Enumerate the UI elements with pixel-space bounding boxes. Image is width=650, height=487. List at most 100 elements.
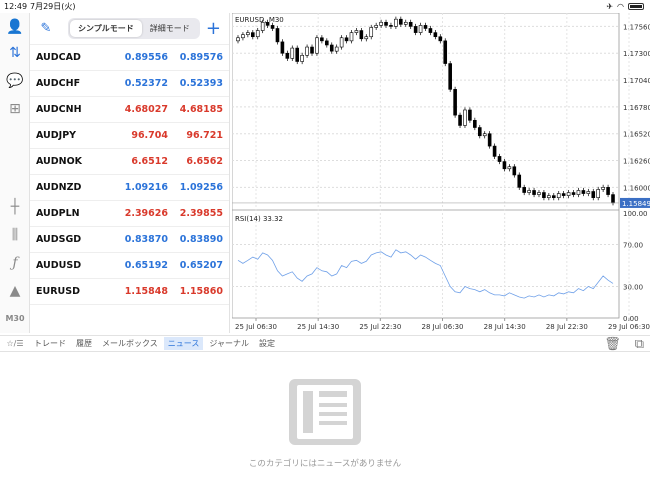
candle-body — [315, 37, 319, 54]
candle-body — [438, 36, 443, 42]
quote-symbol: AUDCAD — [36, 52, 81, 63]
candle-body — [473, 120, 477, 128]
chat-icon[interactable]: 💬 — [5, 71, 25, 91]
candles-icon[interactable]: ⫼ — [5, 225, 25, 245]
candle-body — [532, 190, 536, 195]
candle-body — [596, 189, 600, 198]
quote-row-audchf[interactable]: AUDCHF 0.52372 0.52393 — [30, 71, 229, 97]
tab-3[interactable]: ニュース — [163, 337, 204, 350]
candle-body — [571, 192, 576, 195]
candle-body — [477, 127, 482, 137]
quote-symbol: AUDSGD — [36, 234, 82, 245]
pencil-icon[interactable]: ✎ — [34, 21, 58, 36]
tab-0[interactable]: トレード — [30, 337, 70, 350]
trade-icon[interactable]: ⇅ — [5, 43, 25, 63]
candle-body — [369, 27, 374, 38]
price-tick-label: 1.17040 — [623, 77, 650, 85]
rsi-tick-label: 100.00 — [623, 210, 648, 218]
candle-body — [349, 32, 354, 42]
quote-bid: 0.89556 — [124, 52, 168, 63]
simple-mode-tab[interactable]: シンプルモード — [70, 20, 142, 37]
crosshair-icon[interactable]: ┼ — [5, 197, 25, 217]
plus-doc-icon[interactable]: ⊞ — [5, 99, 25, 119]
tab-actions: 🗑 ⧉ — [604, 336, 644, 353]
quote-row-audjpy[interactable]: AUDJPY 96.704 96.721 — [30, 123, 229, 149]
time-tick-label: 28 Jul 14:30 — [484, 323, 526, 331]
quote-ask: 2.39855 — [179, 208, 223, 219]
price-tick-label: 1.16780 — [623, 104, 650, 112]
quote-bid: 1.15848 — [124, 286, 168, 297]
quote-bid: 1.09216 — [124, 182, 168, 193]
detail-mode-tab[interactable]: 詳細モード — [142, 20, 198, 37]
quote-row-audcnh[interactable]: AUDCNH 4.68027 4.68185 — [30, 97, 229, 123]
add-symbol-icon[interactable]: + — [206, 19, 221, 38]
candle-body — [581, 190, 586, 194]
candle-body — [295, 47, 300, 62]
quote-symbol: AUDNOK — [36, 156, 83, 167]
candle-body — [428, 28, 433, 33]
rsi-label: RSI(14) 33.32 — [235, 215, 283, 223]
account-icon[interactable]: 👤 — [5, 17, 25, 37]
quote-ask: 0.89576 — [179, 52, 223, 63]
tab-1[interactable]: 履歴 — [72, 337, 96, 350]
candle-body — [379, 21, 383, 26]
quote-symbol: AUDUSD — [36, 260, 82, 271]
candle-body — [408, 21, 413, 27]
news-icon — [289, 379, 361, 445]
quote-row-eurusd[interactable]: EURUSD 1.15848 1.15860 — [30, 279, 229, 305]
candle-body — [522, 187, 526, 193]
quote-ask: 1.15860 — [179, 286, 223, 297]
time-tick-label: 25 Jul 06:30 — [235, 323, 277, 331]
candle-body — [601, 187, 605, 190]
timeframe-button[interactable]: M30 — [5, 309, 25, 329]
candle-body — [270, 25, 275, 29]
candle-body — [443, 40, 448, 64]
tab-5[interactable]: 設定 — [255, 337, 279, 350]
trash-icon[interactable]: 🗑 — [604, 336, 621, 353]
candle-body — [246, 32, 250, 35]
quote-bid: 96.704 — [131, 130, 168, 141]
quote-row-audsgd[interactable]: AUDSGD 0.83870 0.83890 — [30, 227, 229, 253]
bottom-tabs: ☆/☰ トレード 履歴 メールボックス ニュース ジャーナル 設定 🗑 ⧉ — [0, 335, 650, 352]
price-tick-label: 1.16000 — [623, 184, 650, 192]
candle-body — [542, 192, 546, 198]
rsi-line — [237, 249, 614, 299]
left-toolbar: 👤 ⇅ 💬 ⊞ ┼ ⫼ ƒ ▲ M30 — [0, 13, 30, 333]
quote-row-audnzd[interactable]: AUDNZD 1.09216 1.09256 — [30, 175, 229, 201]
candle-body — [384, 21, 388, 26]
quote-ask: 1.09256 — [179, 182, 223, 193]
candle-body — [547, 195, 551, 198]
quote-row-audpln[interactable]: AUDPLN 2.39626 2.39855 — [30, 201, 229, 227]
layout-icon[interactable]: ⧉ — [635, 336, 644, 353]
tab-4[interactable]: ジャーナル — [205, 337, 253, 350]
candle-body — [453, 89, 457, 116]
quote-row-audnok[interactable]: AUDNOK 6.6512 6.6562 — [30, 149, 229, 175]
time-tick-label: 25 Jul 14:30 — [297, 323, 339, 331]
candle-body — [374, 25, 378, 28]
chart-area[interactable]: 1.17560 1.17300 1.17040 1.16780 1.16520 1.162… — [231, 12, 650, 333]
candle-body — [339, 37, 344, 48]
status-date: 7月29日(火) — [30, 2, 76, 11]
time-tick-label: 25 Jul 22:30 — [359, 323, 401, 331]
battery-icon — [628, 3, 644, 10]
quote-row-audcad[interactable]: AUDCAD 0.89556 0.89576 — [30, 45, 229, 71]
quote-row-audusd[interactable]: AUDUSD 0.65192 0.65207 — [30, 253, 229, 279]
candle-body — [611, 194, 615, 204]
status-time: 12:49 — [4, 2, 28, 11]
candle-body — [325, 40, 329, 46]
objects-icon[interactable]: ▲ — [5, 281, 25, 301]
status-bar: 12:49 7月29日(火) ✈ ◠ — [0, 0, 650, 13]
function-icon[interactable]: ƒ — [5, 253, 25, 273]
candle-body — [527, 190, 531, 193]
tab-2[interactable]: メールボックス — [98, 337, 162, 350]
favorites-filter-icon[interactable]: ☆/☰ — [0, 339, 30, 348]
price-chart[interactable]: 1.17560 1.17300 1.17040 1.16780 1.16520 1.162… — [231, 12, 650, 333]
candle-body — [468, 109, 472, 121]
candle-body — [448, 63, 452, 90]
candle-body — [354, 30, 359, 33]
candle-body — [413, 26, 418, 33]
candle-body — [300, 55, 304, 62]
quote-ask: 4.68185 — [179, 104, 223, 115]
quote-bid: 0.65192 — [124, 260, 168, 271]
candle-body — [320, 37, 324, 42]
